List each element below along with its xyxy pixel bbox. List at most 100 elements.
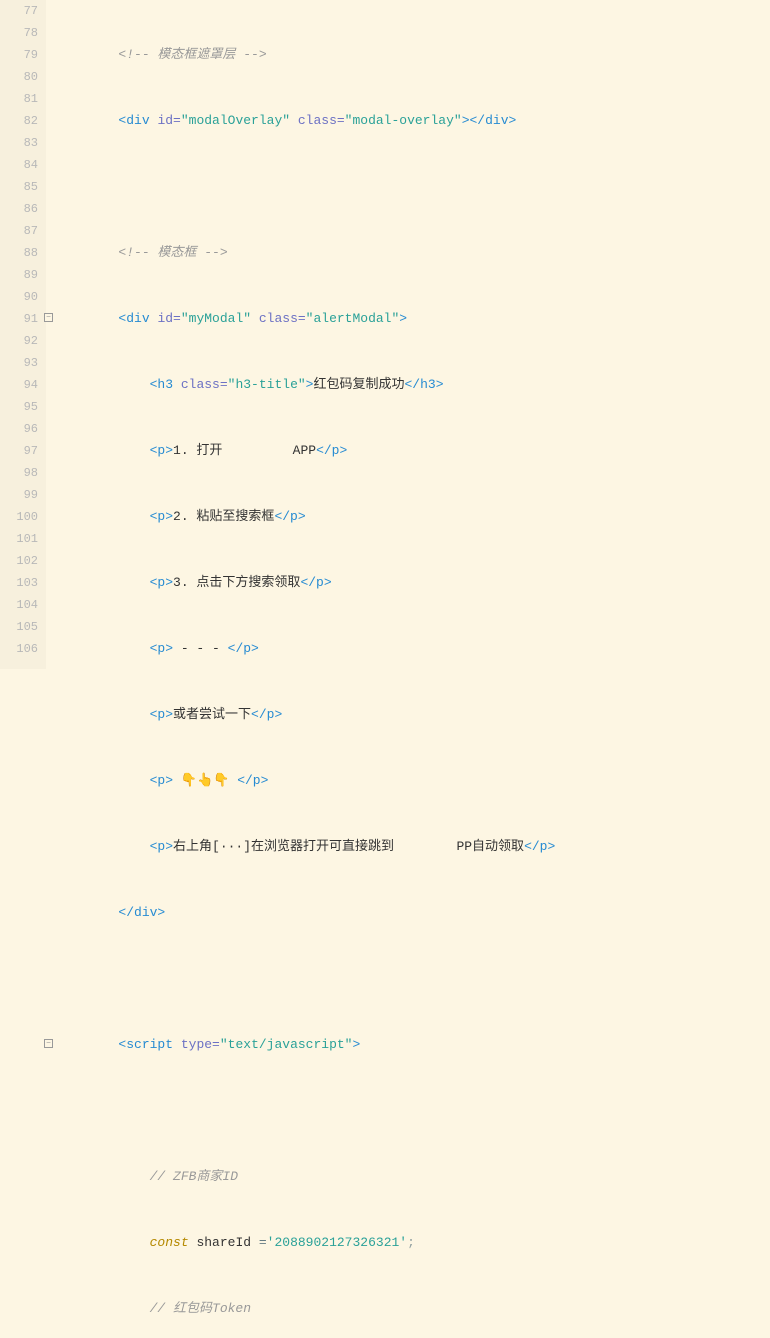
code-line[interactable]: − <div id="myModal" class="alertModal"> [56,308,770,330]
code-line[interactable] [56,968,770,990]
html-comment: <!-- 模态框遮罩层 --> [118,47,266,62]
js-comment: // 红包码Token [150,1301,251,1316]
code-line[interactable]: <p>1. 打开 APP</p> [56,440,770,462]
code-line[interactable]: − <script type="text/javascript"> [56,1034,770,1056]
attr-value: "modal-overlay" [345,113,462,128]
line-number: 99 [0,484,38,506]
line-number: 82 [0,110,38,132]
code-line[interactable]: <!-- 模态框 --> [56,242,770,264]
tag-close: > [399,311,407,326]
string-literal: '2088902127326321' [267,1235,407,1250]
code-line[interactable]: <p>3. 点击下方搜索领取</p> [56,572,770,594]
line-number: 101 [0,528,38,550]
text-content: 1. 打开 APP [173,443,316,458]
attr-name: class= [251,311,306,326]
p-open: <p> [150,443,173,458]
tag-open: <h3 [150,377,181,392]
operator: = [259,1235,267,1250]
line-number: 100 [0,506,38,528]
code-area[interactable]: <!-- 模态框遮罩层 --> <div id="modalOverlay" c… [46,0,770,669]
attr-name: class= [181,377,228,392]
line-number: 84 [0,154,38,176]
identifier: shareId [189,1235,259,1250]
text-content: 3. 点击下方搜索领取 [173,575,300,590]
p-open: <p> [150,575,173,590]
p-open: <p> [150,839,173,854]
line-number: 89 [0,264,38,286]
line-number: 95 [0,396,38,418]
code-line[interactable]: // ZFB商家ID [56,1166,770,1188]
semicolon: ; [407,1235,415,1250]
attr-value: "text/javascript" [220,1037,353,1052]
line-number: 102 [0,550,38,572]
js-comment: // ZFB商家ID [150,1169,238,1184]
attr-value: "h3-title" [228,377,306,392]
p-close: </p> [300,575,331,590]
p-open: <p> [150,773,173,788]
attr-name: type= [181,1037,220,1052]
code-line[interactable]: <p>2. 粘贴至搜索框</p> [56,506,770,528]
code-line[interactable] [56,1100,770,1122]
tag-close: </div> [118,905,165,920]
line-number: 98 [0,462,38,484]
line-number: 88 [0,242,38,264]
line-number: 105 [0,616,38,638]
attr-value: "modalOverlay" [181,113,290,128]
tag-open: <div [118,311,157,326]
text-content: - - - [173,641,228,656]
text-content: 或者尝试一下 [173,707,251,722]
text-content: 👇👆👇 [173,773,237,788]
line-number: 91 [0,308,38,330]
line-number: 94 [0,374,38,396]
line-number: 87 [0,220,38,242]
code-line[interactable] [56,176,770,198]
text-content: 红包码复制成功 [313,377,404,392]
code-line[interactable]: <p>或者尝试一下</p> [56,704,770,726]
tag-open: <div [118,113,157,128]
code-line[interactable]: <!-- 模态框遮罩层 --> [56,44,770,66]
attr-name: id= [157,311,180,326]
code-line[interactable]: </div> [56,902,770,924]
fold-marker-icon[interactable]: − [44,1039,53,1048]
p-open: <p> [150,707,173,722]
p-close: </p> [524,839,555,854]
line-number: 96 [0,418,38,440]
code-line[interactable]: <p> 👇👆👇 </p> [56,770,770,792]
code-editor[interactable]: 77 78 79 80 81 82 83 84 85 86 87 88 89 9… [0,0,770,669]
line-number: 106 [0,638,38,660]
line-number: 93 [0,352,38,374]
code-line[interactable]: // 红包码Token [56,1298,770,1320]
line-number: 86 [0,198,38,220]
line-number: 83 [0,132,38,154]
code-line[interactable]: <div id="modalOverlay" class="modal-over… [56,110,770,132]
line-number: 81 [0,88,38,110]
tag-open: <script [118,1037,180,1052]
gt: > [352,1037,360,1052]
p-open: <p> [150,509,173,524]
line-number: 85 [0,176,38,198]
keyword: const [150,1235,189,1250]
fold-marker-icon[interactable]: − [44,313,53,322]
html-comment: <!-- 模态框 --> [118,245,227,260]
attr-name: class= [290,113,345,128]
code-line[interactable]: const shareId ='2088902127326321'; [56,1232,770,1254]
p-close: </p> [228,641,259,656]
line-number-gutter: 77 78 79 80 81 82 83 84 85 86 87 88 89 9… [0,0,46,669]
text-content: 右上角[···]在浏览器打开可直接跳到 PP自动领取 [173,839,524,854]
tag-close: ></div> [462,113,517,128]
code-line[interactable]: <p>右上角[···]在浏览器打开可直接跳到 PP自动领取</p> [56,836,770,858]
attr-value: "alertModal" [306,311,400,326]
p-close: </p> [316,443,347,458]
line-number: 80 [0,66,38,88]
line-number: 103 [0,572,38,594]
line-number: 90 [0,286,38,308]
p-open: <p> [150,641,173,656]
line-number: 78 [0,22,38,44]
code-line[interactable]: <p> - - - </p> [56,638,770,660]
p-close: </p> [274,509,305,524]
line-number: 92 [0,330,38,352]
line-number: 77 [0,0,38,22]
p-close: </p> [251,707,282,722]
text-content: 2. 粘贴至搜索框 [173,509,274,524]
code-line[interactable]: <h3 class="h3-title">红包码复制成功</h3> [56,374,770,396]
